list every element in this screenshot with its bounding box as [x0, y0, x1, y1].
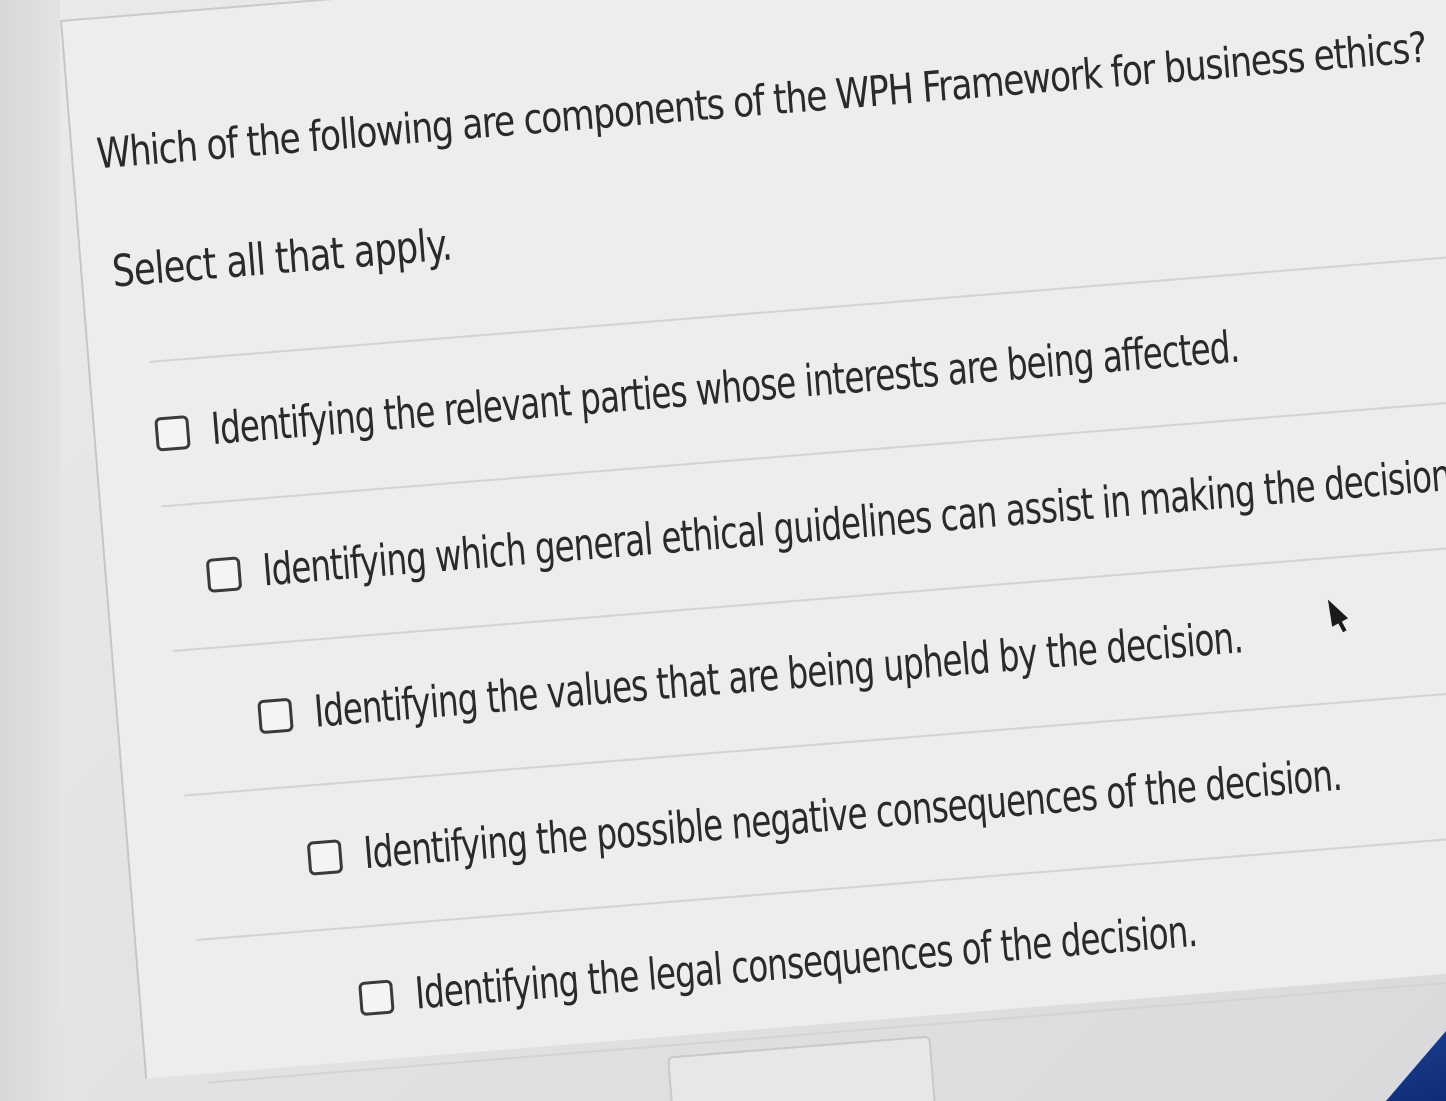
answer-option-label[interactable]: Identifying the legal consequences of th… [413, 906, 1199, 1020]
checkbox-unchecked-icon[interactable] [358, 978, 395, 1016]
question-card: Which of the following are components of… [60, 0, 1446, 1101]
checkbox-unchecked-icon[interactable] [205, 555, 243, 593]
checkbox-unchecked-icon[interactable] [257, 697, 294, 734]
submit-button-partial[interactable] [667, 1035, 937, 1101]
screen: Which of the following are components of… [0, 0, 1446, 1101]
checkbox-unchecked-icon[interactable] [306, 838, 344, 876]
question-instruction: Select all that apply. [110, 219, 454, 298]
question-text: Which of the following are components of… [94, 22, 1428, 179]
left-bezel [0, 0, 60, 1101]
screen-corner [1386, 1031, 1446, 1101]
answer-options-list: Identifying the relevant parties whose i… [149, 255, 1446, 1084]
checkbox-unchecked-icon[interactable] [154, 414, 191, 452]
answer-option-label[interactable]: Identifying the values that are being up… [312, 612, 1244, 738]
